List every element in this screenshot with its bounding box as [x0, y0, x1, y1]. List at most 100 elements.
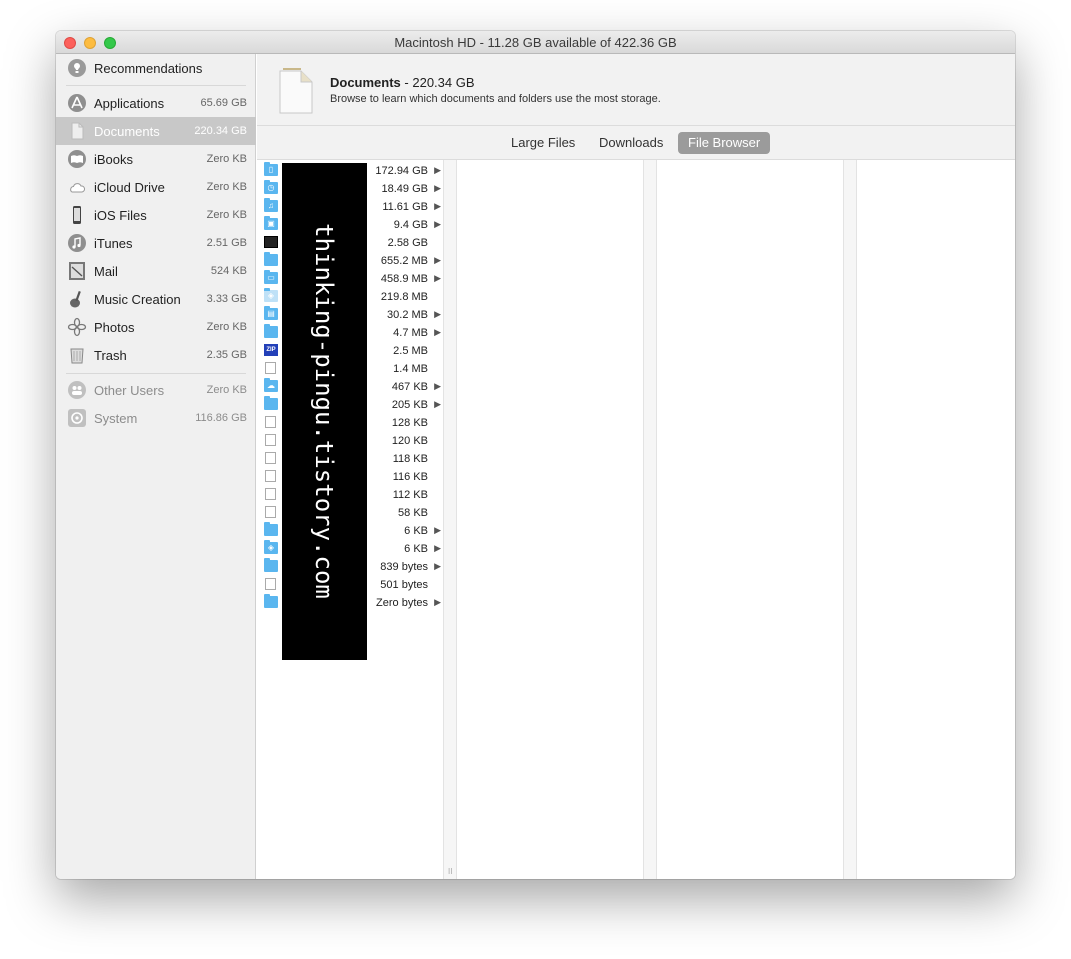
column-divider[interactable]: [843, 160, 857, 879]
file-size: 128 KB: [391, 417, 428, 429]
disclosure-arrow-icon[interactable]: ▶: [434, 201, 441, 212]
disclosure-arrow-icon[interactable]: ▶: [434, 219, 441, 230]
sidebar-item-label: Documents: [94, 124, 160, 139]
file-size: 467 KB: [391, 381, 428, 393]
iphone-icon: [67, 205, 87, 225]
disclosure-arrow-icon[interactable]: ▶: [434, 381, 441, 392]
sidebar-item-label: iOS Files: [94, 208, 147, 223]
sidebar-item-ibooks[interactable]: iBooks Zero KB: [56, 145, 256, 173]
music-folder-icon: ♫: [264, 198, 278, 212]
cloud-folder-icon: ☁: [264, 378, 278, 392]
main-pane: Documents - 220.34 GB Browse to learn wh…: [257, 54, 1015, 879]
sidebar-item-system[interactable]: System 116.86 GB: [56, 404, 256, 432]
sidebar-item-icloud-drive[interactable]: iCloud Drive Zero KB: [56, 173, 256, 201]
disclosure-arrow-icon[interactable]: ▶: [434, 273, 441, 284]
watermark-text: thinking-pingu.tistory.com: [310, 223, 338, 599]
file-size: 4.7 MB: [393, 327, 428, 339]
app-folder-icon: ◈: [264, 540, 278, 554]
file-size: 120 KB: [391, 435, 428, 447]
folder-icon: [264, 324, 278, 338]
users-icon: [67, 380, 87, 400]
category-size: - 220.34 GB: [404, 75, 475, 90]
tab-downloads[interactable]: Downloads: [589, 132, 673, 154]
file-size: 30.2 MB: [387, 309, 428, 321]
category-header: Documents - 220.34 GB Browse to learn wh…: [257, 54, 1015, 126]
system-icon: [67, 408, 87, 428]
file-size: 58 KB: [398, 507, 428, 519]
disclosure-arrow-icon[interactable]: ▶: [434, 597, 441, 608]
disclosure-arrow-icon[interactable]: ▶: [434, 327, 441, 338]
guitar-icon: [67, 289, 87, 309]
disclosure-arrow-icon[interactable]: ▶: [434, 309, 441, 320]
log-file-icon: [265, 506, 276, 518]
sidebar-item-recommendations[interactable]: Recommendations: [56, 54, 256, 82]
disclosure-arrow-icon[interactable]: ▶: [434, 561, 441, 572]
file-size: 501 bytes: [380, 579, 428, 591]
sidebar-item-other-users[interactable]: Other Users Zero KB: [56, 376, 256, 404]
sidebar-item-size: Zero KB: [206, 181, 247, 193]
app-folder-icon: ◈: [264, 288, 278, 302]
movies-folder-icon: ▤: [264, 306, 278, 320]
file-size: 172.94 GB: [375, 165, 428, 177]
disclosure-arrow-icon[interactable]: ▶: [434, 183, 441, 194]
sidebar-item-label: Photos: [94, 320, 135, 335]
column-divider[interactable]: [643, 160, 657, 879]
sidebar-item-size: Zero KB: [206, 209, 247, 221]
sidebar-item-size: 524 KB: [210, 265, 247, 277]
file-size: Zero bytes: [376, 597, 428, 609]
tab-file-browser[interactable]: File Browser: [678, 132, 771, 154]
resize-grip[interactable]: II: [448, 867, 452, 876]
sidebar-item-size: 2.51 GB: [206, 237, 247, 249]
text-file-icon: [265, 488, 276, 500]
title-bar[interactable]: Macintosh HD - 11.28 GB available of 422…: [56, 31, 1015, 54]
sidebar-item-label: Trash: [94, 348, 127, 363]
zip-file-icon: ZIP: [264, 344, 278, 356]
sidebar-item-ios-files[interactable]: iOS Files Zero KB: [56, 201, 256, 229]
sidebar-item-photos[interactable]: Photos Zero KB: [56, 313, 256, 341]
file-size: 458.9 MB: [380, 273, 428, 285]
documents-folder-icon: ▯: [264, 162, 278, 176]
sidebar-item-label: System: [94, 411, 138, 426]
cloud-icon: [67, 177, 87, 197]
sidebar-item-label: Recommendations: [94, 61, 203, 76]
file-size: 112 KB: [392, 489, 428, 501]
sidebar-item-mail[interactable]: Mail 524 KB: [56, 257, 256, 285]
file-browser: II ▯ 172.94 GB ▶ ◷ 18.49 GB ▶ ♫ 11.61 GB ▶ ▣ 9.4 G…: [257, 160, 1015, 879]
trash-icon: [67, 345, 87, 365]
category-title: Documents - 220.34 GB: [330, 75, 475, 90]
mail-icon: [67, 261, 87, 281]
file-size: 18.49 GB: [381, 183, 428, 195]
disclosure-arrow-icon[interactable]: ▶: [434, 255, 441, 266]
window-title: Macintosh HD - 11.28 GB available of 422…: [394, 35, 677, 50]
file-size: 205 KB: [391, 399, 428, 411]
sidebar-item-documents[interactable]: Documents 220.34 GB: [56, 117, 256, 145]
disclosure-arrow-icon[interactable]: ▶: [434, 543, 441, 554]
sidebar-divider: [66, 85, 246, 86]
disclosure-arrow-icon[interactable]: ▶: [434, 165, 441, 176]
sidebar-item-itunes[interactable]: iTunes 2.51 GB: [56, 229, 256, 257]
file-size: 6 KB: [404, 543, 428, 555]
text-file-icon: [265, 434, 276, 446]
file-size: 2.5 MB: [393, 345, 428, 357]
documents-icon: [67, 121, 87, 141]
sidebar-item-music-creation[interactable]: Music Creation 3.33 GB: [56, 285, 256, 313]
music-note-icon: [67, 233, 87, 253]
file-size: 655.2 MB: [380, 255, 428, 267]
tab-large-files[interactable]: Large Files: [501, 132, 585, 154]
category-description: Browse to learn which documents and fold…: [330, 93, 661, 105]
column-divider[interactable]: II: [443, 160, 457, 879]
disclosure-arrow-icon[interactable]: ▶: [434, 525, 441, 536]
disclosure-arrow-icon[interactable]: ▶: [434, 399, 441, 410]
file-size: 219.8 MB: [380, 291, 428, 303]
document-file-icon: [265, 362, 276, 374]
sidebar-item-applications[interactable]: Applications 65.69 GB: [56, 89, 256, 117]
sidebar: Recommendations Applications 65.69 GB Do…: [56, 54, 256, 879]
sidebar-item-trash[interactable]: Trash 2.35 GB: [56, 341, 256, 369]
file-size: 1.4 MB: [393, 363, 428, 375]
folder-icon: [264, 594, 278, 608]
archive-file-icon: [265, 578, 276, 590]
file-size: 839 bytes: [380, 561, 428, 573]
video-file-icon: [264, 236, 278, 248]
photos-icon: [67, 317, 87, 337]
text-file-icon: [265, 416, 276, 428]
